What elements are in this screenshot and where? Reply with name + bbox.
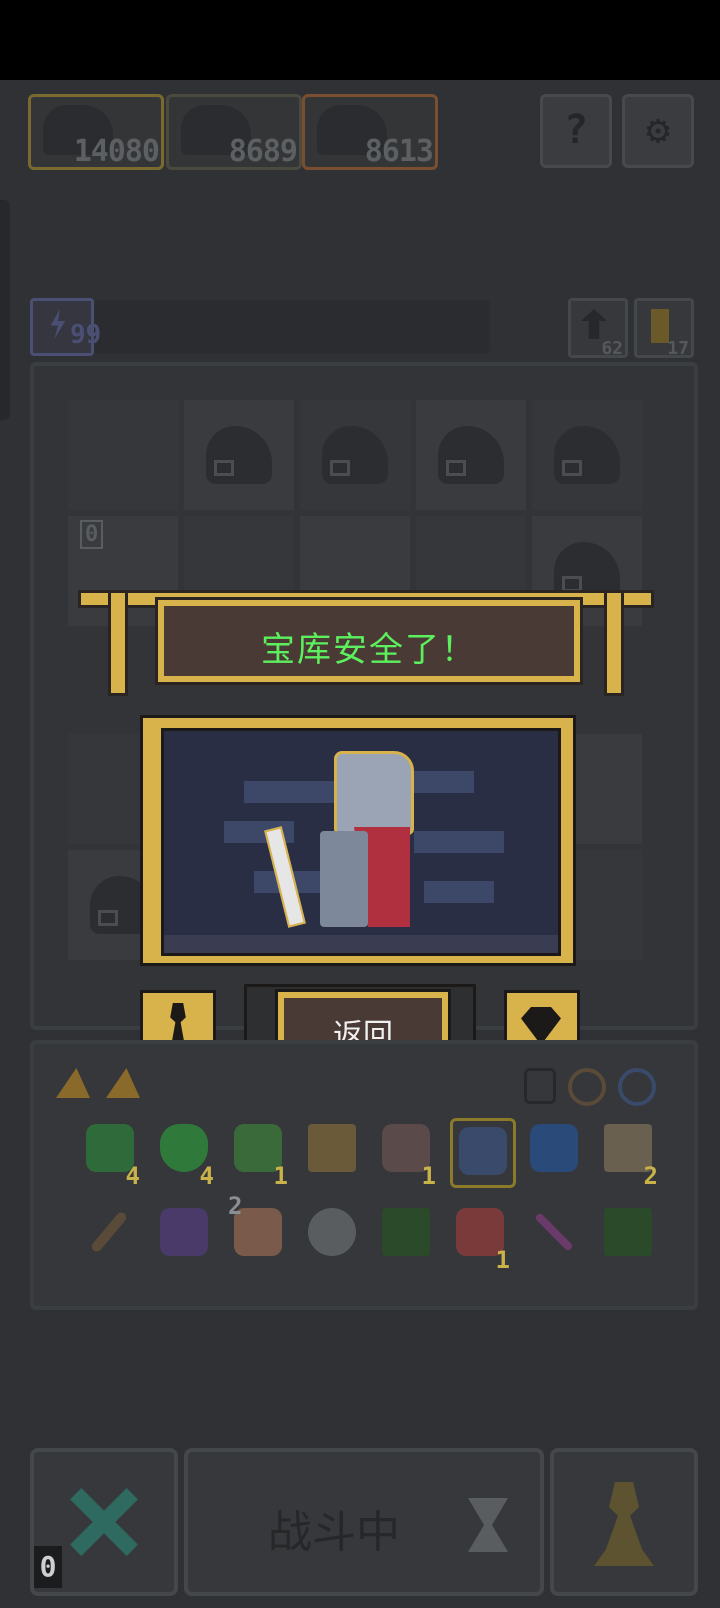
board-cell[interactable] [532, 400, 642, 510]
card-icon[interactable] [56, 1068, 90, 1098]
help-button[interactable]: ? [540, 94, 612, 168]
monster-icon [206, 426, 272, 484]
knight-body [320, 831, 368, 927]
resource-box-1: 14080 [28, 94, 164, 170]
zero-tag: 0 [34, 1546, 62, 1588]
green-gem-icon[interactable]: 4 [154, 1118, 214, 1190]
gear-icon: ⚙ [645, 107, 671, 153]
help-icon: ? [563, 107, 589, 153]
resource-box-3: 8613 [302, 94, 438, 170]
status-bar [0, 0, 720, 80]
inventory-row-1: 4 4 1 1 2 [46, 1114, 680, 1194]
banner-post-right [604, 590, 624, 696]
dagger-icon[interactable] [80, 1202, 140, 1266]
resource-value-1: 14080 [73, 134, 160, 169]
hourglass-icon [468, 1498, 508, 1552]
bat-icon[interactable] [154, 1202, 214, 1266]
banner-post-left [108, 590, 128, 696]
knight-icon [334, 751, 414, 835]
resource-value-3: 8613 [364, 134, 434, 169]
fight-label: 战斗中 [268, 1507, 400, 1558]
cell-marker: 0 [80, 520, 104, 549]
floor [164, 935, 558, 953]
settings-button[interactable]: ⚙ [622, 94, 694, 168]
board-cell[interactable] [300, 400, 410, 510]
energy-value: 99 [70, 320, 102, 350]
key-button[interactable]: 17 [634, 298, 694, 359]
energy-track [94, 300, 490, 354]
board-cell[interactable] [68, 400, 178, 510]
resource-value-2: 8689 [228, 134, 298, 169]
monster-icon [438, 426, 504, 484]
knight-portrait [161, 728, 561, 956]
hand-icon[interactable]: 2 [228, 1192, 288, 1266]
inventory-row-2: 2 1 [46, 1192, 680, 1278]
scroll-icon[interactable]: 2 [598, 1118, 658, 1190]
key-count: 17 [667, 338, 689, 359]
pawn-icon [594, 1482, 654, 1566]
pawn-button[interactable] [550, 1448, 698, 1596]
swap-button[interactable]: 62 [568, 298, 628, 359]
fight-button[interactable]: 战斗中 [184, 1448, 544, 1596]
ring-icon[interactable] [568, 1068, 606, 1106]
green-knight-icon[interactable]: 4 [80, 1118, 140, 1190]
board-cell[interactable] [184, 400, 294, 510]
mirror-icon[interactable] [302, 1202, 362, 1266]
ring-icon[interactable] [618, 1068, 656, 1106]
arrow-icon[interactable] [524, 1202, 584, 1266]
monster-icon [322, 426, 388, 484]
resource-box-2: 8689 [166, 94, 302, 170]
crown-icon[interactable] [450, 1118, 516, 1188]
side-handle[interactable] [0, 200, 10, 420]
banner-title: 宝库安全了！ [261, 630, 477, 670]
green-card-icon[interactable] [376, 1202, 436, 1266]
swap-count: 62 [601, 338, 623, 359]
red-creature-icon[interactable]: 1 [450, 1202, 510, 1274]
key-icon [651, 309, 669, 343]
energy-bar: 99 [30, 298, 490, 356]
crossbow-icon[interactable]: 1 [376, 1118, 436, 1190]
inventory-panel: 4 4 1 1 2 2 1 [30, 1040, 698, 1310]
slot-icon[interactable] [524, 1068, 556, 1104]
card-icon[interactable] [106, 1068, 140, 1098]
swap-icon [581, 309, 607, 339]
monster-icon [554, 426, 620, 484]
green-card-icon[interactable] [598, 1202, 658, 1266]
trident-icon[interactable] [302, 1118, 362, 1182]
green-knight-icon[interactable]: 1 [228, 1118, 288, 1190]
blue-flame-icon[interactable] [524, 1118, 584, 1182]
board-cell[interactable] [416, 400, 526, 510]
knight-portrait-frame [140, 715, 576, 966]
result-banner: 宝库安全了！ [78, 590, 654, 700]
banner-plate: 宝库安全了！ [155, 597, 583, 685]
